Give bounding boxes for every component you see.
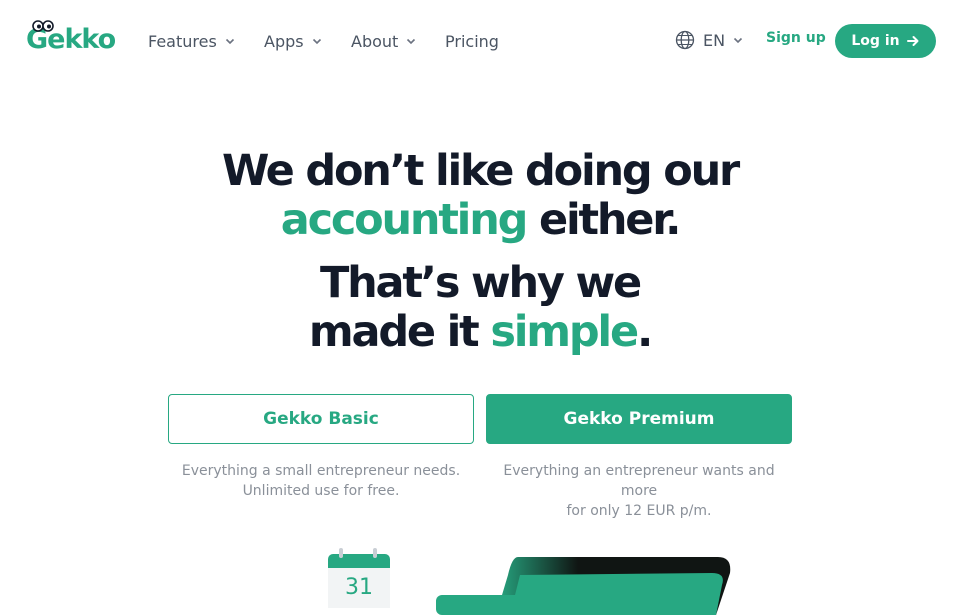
chevron-down-icon — [734, 37, 743, 44]
calendar-icon: 31 — [328, 548, 390, 608]
login-button[interactable]: Log in — [835, 24, 936, 58]
premium-desc-line-1: Everything an entrepreneur wants and mor… — [503, 463, 775, 499]
chevron-down-icon — [407, 38, 416, 45]
laptop-illustration — [436, 557, 731, 615]
hero-accent-accounting: accounting — [280, 195, 529, 245]
chevron-down-icon — [312, 38, 321, 45]
basic-desc-line-1: Everything a small entrepreneur needs. — [181, 463, 461, 479]
nav-item-label: About — [351, 31, 399, 51]
nav-item-features[interactable]: Features — [148, 28, 235, 54]
calendar-day: 31 — [345, 575, 373, 600]
gekko-logo[interactable]: Gekko — [26, 20, 116, 56]
language-label: EN — [703, 30, 726, 50]
hero-line-3: That’s why we — [319, 258, 642, 308]
basic-desc-line-2: Unlimited use for free. — [242, 483, 400, 499]
nav-item-pricing[interactable]: Pricing — [445, 28, 499, 54]
hero-heading-secondary: That’s why we made it simple. — [0, 259, 960, 357]
nav-item-label: Features — [148, 31, 217, 51]
arrow-right-icon — [906, 36, 919, 46]
logo-eyes-icon — [32, 20, 54, 32]
hero-line-4-end: . — [636, 307, 653, 357]
nav-item-label: Apps — [264, 31, 304, 51]
nav-item-label: Pricing — [445, 31, 499, 51]
language-selector[interactable]: EN — [675, 28, 751, 52]
gekko-premium-button[interactable]: Gekko Premium — [486, 394, 792, 444]
gekko-premium-label: Gekko Premium — [563, 409, 715, 429]
gekko-basic-label: Gekko Basic — [263, 409, 379, 429]
hero-accent-simple: simple — [490, 307, 639, 357]
globe-icon — [675, 30, 695, 50]
chevron-down-icon — [225, 38, 234, 45]
gekko-basic-button[interactable]: Gekko Basic — [168, 394, 474, 444]
login-label: Log in — [851, 33, 900, 49]
premium-desc-line-2: for only 12 EUR p/m. — [566, 503, 712, 519]
hero-line-4-start: made it — [308, 307, 491, 357]
gekko-premium-description: Everything an entrepreneur wants and mor… — [486, 461, 792, 521]
signup-link[interactable]: Sign up — [766, 30, 826, 46]
hero-heading-primary: We don’t like doing our accounting eithe… — [0, 147, 960, 245]
nav-item-about[interactable]: About — [351, 28, 416, 54]
hero-line-2-rest: either. — [526, 195, 681, 245]
hero-line-1: We don’t like doing our — [221, 146, 740, 196]
nav-item-apps[interactable]: Apps — [264, 28, 322, 54]
top-navigation: Gekko Features Apps About Pricing EN Sig… — [0, 0, 960, 80]
gekko-basic-description: Everything a small entrepreneur needs. U… — [168, 461, 474, 501]
